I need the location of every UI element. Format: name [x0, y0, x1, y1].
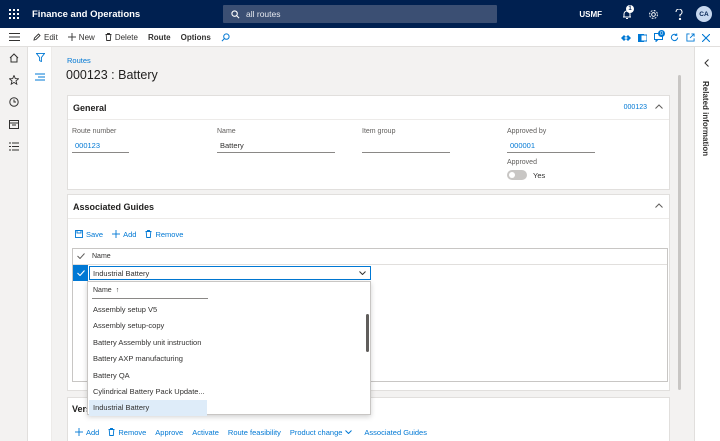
options-tab[interactable]: Options	[176, 28, 216, 47]
notification-badge: 1	[626, 5, 634, 13]
search-text: all routes	[246, 9, 281, 19]
guides-add-button[interactable]: Add	[112, 230, 136, 239]
app-launcher-icon[interactable]	[0, 0, 28, 28]
page-title: 000123 : Battery	[66, 68, 158, 82]
versions-add-button[interactable]: Add	[75, 428, 99, 437]
route-number-input[interactable]: 000123	[72, 138, 129, 153]
top-bar: Finance and Operations all routes USMF 1…	[0, 0, 720, 28]
chevron-down-icon	[345, 430, 353, 434]
action-pane: Edit New Delete Route Options 0	[0, 28, 720, 47]
associated-guides-header[interactable]: Associated Guides	[68, 195, 669, 219]
user-avatar[interactable]: CA	[696, 6, 712, 22]
route-tab[interactable]: Route	[143, 28, 176, 47]
trash-icon	[105, 33, 112, 41]
navigation-pane	[0, 47, 28, 441]
approve-button[interactable]: Approve	[155, 428, 183, 437]
guides-toolbar: Save Add Remove	[75, 227, 192, 241]
delete-button[interactable]: Delete	[100, 28, 143, 47]
route-number-field: Route number 000123	[72, 128, 129, 153]
item-group-field: Item group	[362, 128, 450, 153]
route-feasibility-button[interactable]: Route feasibility	[228, 428, 281, 437]
approved-field: Approved Yes	[507, 159, 546, 180]
search-icon	[231, 9, 240, 19]
chevron-up-icon[interactable]	[655, 203, 663, 208]
lookup-name-column-header[interactable]: Name ↑	[92, 285, 208, 299]
list-item[interactable]: Battery AXP manufacturing	[89, 351, 207, 367]
select-all-checkmark-icon[interactable]	[77, 253, 85, 259]
save-icon	[75, 230, 83, 238]
open-new-window-icon[interactable]	[682, 28, 698, 47]
versions-toolbar: Add Remove Approve Activate Route feasib…	[75, 425, 436, 439]
trash-icon	[108, 428, 115, 436]
trash-icon	[145, 230, 152, 238]
close-icon[interactable]	[698, 28, 714, 47]
activate-button[interactable]: Activate	[192, 428, 219, 437]
guide-lookup-dropdown: Name ↑ Assembly setup V5 Assembly setup-c…	[87, 281, 371, 416]
guides-save-button[interactable]: Save	[75, 230, 103, 239]
general-header[interactable]: General 000123	[68, 96, 669, 120]
lookup-scrollbar[interactable]	[366, 314, 369, 352]
approved-toggle[interactable]: Yes	[507, 170, 545, 180]
versions-remove-button[interactable]: Remove	[108, 428, 146, 437]
settings-gear-icon[interactable]	[640, 0, 666, 28]
name-column-header[interactable]: Name	[92, 253, 111, 260]
list-item-selected[interactable]: Industrial Battery	[89, 400, 207, 416]
filter-icon[interactable]	[28, 47, 52, 67]
company-picker[interactable]: USMF	[579, 10, 602, 19]
action-search-icon[interactable]	[216, 28, 238, 47]
grid-header: Name	[73, 249, 667, 265]
power-apps-icon[interactable]	[618, 28, 634, 47]
refresh-icon[interactable]	[666, 28, 682, 47]
favorites-star-icon[interactable]	[0, 69, 28, 91]
chevron-up-icon[interactable]	[655, 104, 663, 109]
messages-icon[interactable]: 0	[650, 28, 666, 47]
related-information-label[interactable]: Related information	[701, 81, 710, 156]
notifications-icon[interactable]: 1	[614, 0, 640, 28]
breadcrumb[interactable]: Routes	[67, 56, 91, 65]
new-button[interactable]: New	[63, 28, 100, 47]
list-item[interactable]: Battery Assembly unit instruction	[89, 335, 207, 351]
list-view-icon[interactable]	[28, 67, 52, 87]
list-item[interactable]: Assembly setup V5	[89, 302, 207, 318]
product-change-menu[interactable]: Product change	[290, 428, 356, 437]
recent-clock-icon[interactable]	[0, 91, 28, 113]
item-group-input[interactable]	[362, 138, 450, 153]
general-summary: 000123	[623, 104, 647, 111]
related-information-pane: Related information	[694, 47, 720, 441]
app-title[interactable]: Finance and Operations	[32, 9, 140, 20]
office-icon[interactable]	[634, 28, 650, 47]
modules-list-icon[interactable]	[0, 135, 28, 157]
chevron-left-icon[interactable]	[704, 59, 709, 67]
approved-by-field: Approved by 000001	[507, 128, 595, 153]
row-selected-checkmark-icon[interactable]	[73, 265, 88, 281]
guides-remove-button[interactable]: Remove	[145, 230, 183, 239]
plus-icon	[112, 230, 121, 238]
approved-by-input[interactable]: 000001	[507, 138, 595, 153]
page-scrollbar[interactable]	[677, 47, 682, 441]
table-row[interactable]: Industrial Battery	[73, 265, 667, 281]
home-icon[interactable]	[0, 47, 28, 69]
versions-associated-guides-button[interactable]: Associated Guides	[364, 428, 427, 437]
edit-button[interactable]: Edit	[28, 28, 63, 47]
guide-name-combobox[interactable]: Industrial Battery	[89, 266, 371, 280]
pencil-icon	[33, 33, 41, 41]
list-item[interactable]: Cylindrical Battery Pack Update...	[89, 384, 207, 400]
messages-badge: 0	[658, 30, 665, 37]
plus-icon	[67, 33, 76, 41]
workspaces-icon[interactable]	[0, 113, 28, 135]
filter-pane	[28, 47, 52, 441]
chevron-down-icon[interactable]	[359, 271, 366, 275]
name-field: Name Battery	[217, 128, 335, 153]
global-search-input[interactable]: all routes	[223, 5, 497, 23]
help-icon[interactable]	[666, 0, 692, 28]
list-item[interactable]: Battery QA	[89, 368, 207, 384]
hamburger-menu-icon[interactable]	[0, 28, 28, 47]
plus-icon	[75, 428, 83, 436]
list-item[interactable]: Assembly setup-copy	[89, 318, 207, 334]
sort-ascending-icon: ↑	[115, 287, 120, 294]
name-input[interactable]: Battery	[217, 138, 335, 153]
